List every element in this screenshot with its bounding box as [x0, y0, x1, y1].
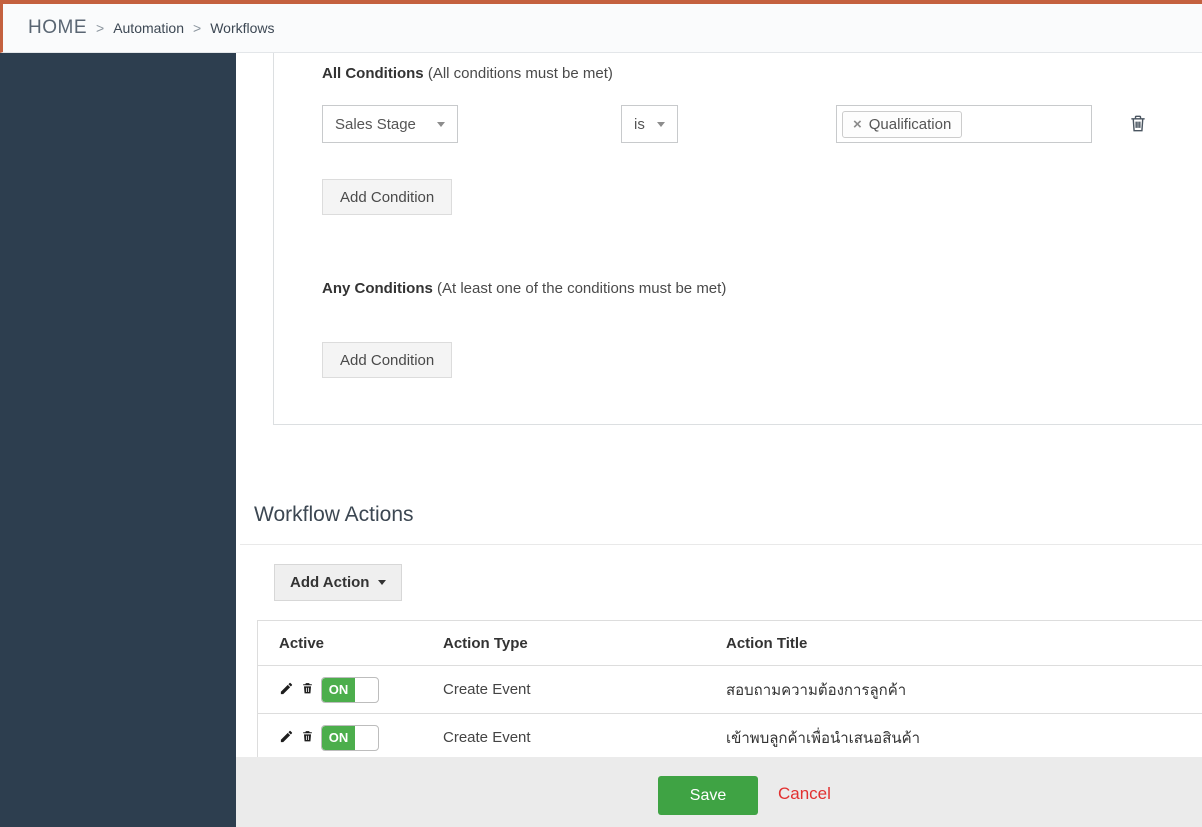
value-tag: × Qualification: [842, 110, 963, 138]
breadcrumb-item-automation[interactable]: Automation: [113, 20, 184, 36]
column-header-active: Active: [279, 634, 325, 652]
condition-value-input[interactable]: × Qualification: [836, 105, 1092, 143]
action-type-cell: Create Event: [443, 729, 531, 746]
action-title-cell: เข้าพบลูกค้าเพื่อนำเสนอสินค้า: [726, 729, 921, 747]
breadcrumb: HOME > Automation > Workflows: [0, 0, 1202, 53]
active-cell: ON: [279, 676, 443, 703]
chevron-right-icon: >: [193, 20, 202, 36]
all-conditions-heading: All Conditions (All conditions must be m…: [322, 65, 613, 82]
add-condition-button-all[interactable]: Add Condition: [322, 179, 453, 215]
any-conditions-subtitle: (At least one of the conditions must be …: [437, 280, 727, 297]
delete-condition-button[interactable]: [1128, 112, 1148, 136]
all-conditions-subtitle: (All conditions must be met): [427, 65, 613, 82]
column-header-action-type: Action Type: [443, 634, 528, 652]
sidebar: [0, 53, 236, 827]
toggle-on-label: ON: [322, 725, 355, 750]
workflow-actions-title: Workflow Actions: [254, 503, 414, 526]
active-cell: ON: [279, 724, 443, 751]
condition-operator-select[interactable]: is: [621, 105, 678, 143]
pencil-icon: [279, 729, 294, 747]
add-condition-button-any[interactable]: Add Condition: [322, 342, 453, 378]
add-action-label: Add Action: [290, 574, 370, 591]
chevron-down-icon: [657, 121, 665, 127]
delete-action-button[interactable]: [301, 681, 314, 698]
toggle-on-label: ON: [322, 677, 355, 702]
table-header-row: Active Action Type Action Title: [258, 621, 1202, 666]
remove-tag-icon[interactable]: ×: [853, 116, 862, 133]
any-conditions-title: Any Conditions: [322, 280, 433, 297]
trash-icon: [301, 729, 314, 746]
any-conditions-heading: Any Conditions (At least one of the cond…: [322, 280, 726, 297]
chevron-right-icon: >: [96, 20, 105, 36]
breadcrumb-item-workflows[interactable]: Workflows: [210, 20, 274, 36]
active-toggle[interactable]: ON: [321, 724, 379, 751]
chevron-down-icon: [437, 121, 445, 127]
chevron-down-icon: [378, 580, 387, 585]
all-conditions-title: All Conditions: [322, 65, 424, 82]
action-type-cell: Create Event: [443, 681, 531, 698]
table-row: ON Create Event สอบถามความต้องการลูกค้า: [258, 666, 1202, 714]
main-content: All Conditions (All conditions must be m…: [236, 53, 1202, 827]
breadcrumb-home-link[interactable]: HOME: [28, 17, 87, 39]
pencil-icon: [279, 681, 294, 699]
table-row: ON Create Event เข้าพบลูกค้าเพื่อนำเสนอส…: [258, 714, 1202, 762]
footer-action-bar: Save Cancel: [236, 757, 1202, 827]
add-action-button[interactable]: Add Action: [274, 564, 403, 601]
trash-icon: [1128, 115, 1148, 137]
section-divider: [240, 544, 1202, 545]
value-tag-label: Qualification: [868, 115, 952, 133]
save-button[interactable]: Save: [658, 776, 758, 815]
condition-operator-value: is: [634, 115, 645, 133]
column-header-action-title: Action Title: [726, 634, 808, 652]
page: HOME > Automation > Workflows All Condit…: [0, 0, 1202, 827]
edit-action-button[interactable]: [279, 729, 294, 747]
actions-table: Active Action Type Action Title ON Creat…: [257, 620, 1202, 762]
delete-action-button[interactable]: [301, 729, 314, 746]
cancel-link[interactable]: Cancel: [778, 784, 831, 804]
action-title-cell: สอบถามความต้องการลูกค้า: [726, 681, 907, 699]
active-toggle[interactable]: ON: [321, 676, 379, 703]
condition-field-select[interactable]: Sales Stage: [322, 105, 458, 143]
conditions-panel: All Conditions (All conditions must be m…: [273, 53, 1202, 425]
trash-icon: [301, 681, 314, 698]
condition-field-value: Sales Stage: [335, 115, 416, 133]
edit-action-button[interactable]: [279, 681, 294, 699]
